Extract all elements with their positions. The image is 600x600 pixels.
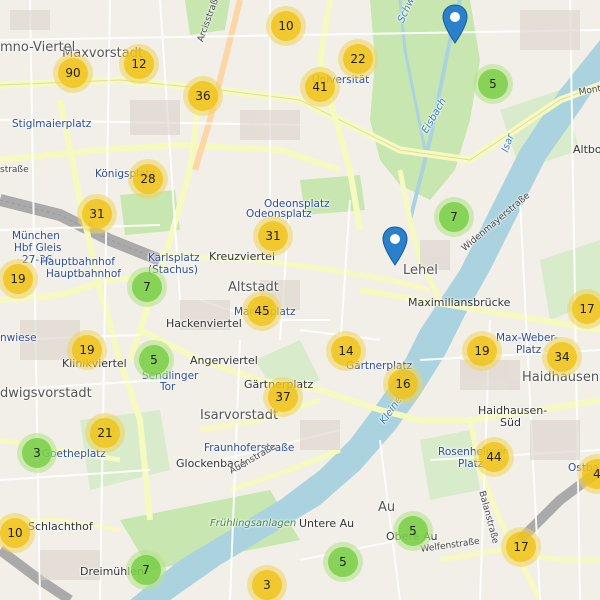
cluster-count: 5 xyxy=(328,547,358,577)
map-marker-icon[interactable] xyxy=(382,226,408,266)
cluster-count: 36 xyxy=(188,81,218,111)
marker-cluster-c6[interactable]: 41 xyxy=(300,67,340,107)
marker-cluster-c30[interactable]: 7 xyxy=(126,550,166,590)
marker-cluster-c18[interactable]: 14 xyxy=(326,331,366,371)
cluster-count: 7 xyxy=(439,202,469,232)
cluster-count: 37 xyxy=(268,382,298,412)
marker-cluster-c24[interactable]: 3 xyxy=(17,433,57,473)
cluster-count: 5 xyxy=(478,69,508,99)
cluster-count: 17 xyxy=(506,532,536,562)
cluster-count: 5 xyxy=(139,345,169,375)
cluster-count: 14 xyxy=(331,336,361,366)
cluster-count: 22 xyxy=(343,44,373,74)
marker-cluster-c10[interactable]: 7 xyxy=(434,197,474,237)
marker-cluster-c11[interactable]: 31 xyxy=(253,216,293,256)
map-view[interactable]: Maxvorstadt mno-Viertel Stiglmaierplatz Uni… xyxy=(0,0,600,600)
marker-cluster-c19[interactable]: 19 xyxy=(462,331,502,371)
marker-cluster-c23[interactable]: 21 xyxy=(85,413,125,453)
cluster-count: 90 xyxy=(58,58,88,88)
marker-cluster-c28[interactable]: 5 xyxy=(393,511,433,551)
cluster-count: 19 xyxy=(467,336,497,366)
cluster-count: 28 xyxy=(133,164,163,194)
marker-cluster-c14[interactable]: 45 xyxy=(242,291,282,331)
marker-cluster-c3[interactable]: 12 xyxy=(119,44,159,84)
cluster-count: 19 xyxy=(3,264,33,294)
cluster-count: 16 xyxy=(388,369,418,399)
cluster-count: 21 xyxy=(90,418,120,448)
cluster-count: 44 xyxy=(479,442,509,472)
cluster-count: 41 xyxy=(305,72,335,102)
cluster-count: 34 xyxy=(547,342,577,372)
map-marker-icon[interactable] xyxy=(442,4,468,44)
cluster-count: 12 xyxy=(124,49,154,79)
cluster-count: 17 xyxy=(572,294,600,324)
cluster-count: 31 xyxy=(258,221,288,251)
marker-cluster-c5[interactable]: 36 xyxy=(183,76,223,116)
cluster-count: 4 xyxy=(582,459,600,489)
marker-cluster-c21[interactable]: 16 xyxy=(383,364,423,404)
marker-cluster-c31[interactable]: 5 xyxy=(323,542,363,582)
marker-cluster-c4[interactable]: 22 xyxy=(338,39,378,79)
marker-cluster-c8[interactable]: 28 xyxy=(128,159,168,199)
cluster-count: 10 xyxy=(0,518,30,548)
marker-cluster-c15[interactable]: 17 xyxy=(567,289,600,329)
cluster-count: 10 xyxy=(271,11,301,41)
marker-cluster-c22[interactable]: 37 xyxy=(263,377,303,417)
cluster-count: 19 xyxy=(72,335,102,365)
marker-cluster-c32[interactable]: 3 xyxy=(247,565,287,600)
marker-cluster-c17[interactable]: 5 xyxy=(134,340,174,380)
marker-cluster-c16[interactable]: 19 xyxy=(67,330,107,370)
marker-cluster-c2[interactable]: 90 xyxy=(53,53,93,93)
marker-cluster-c13[interactable]: 7 xyxy=(127,267,167,307)
marker-cluster-c1[interactable]: 10 xyxy=(266,6,306,46)
cluster-count: 7 xyxy=(132,272,162,302)
cluster-count: 3 xyxy=(22,438,52,468)
cluster-count: 7 xyxy=(131,555,161,585)
marker-cluster-c20[interactable]: 34 xyxy=(542,337,582,377)
cluster-count: 45 xyxy=(247,296,277,326)
cluster-count: 31 xyxy=(82,199,112,229)
cluster-count: 5 xyxy=(398,516,428,546)
marker-cluster-c9[interactable]: 31 xyxy=(77,194,117,234)
cluster-count: 3 xyxy=(252,570,282,600)
marker-cluster-c29[interactable]: 17 xyxy=(501,527,541,567)
marker-cluster-c25[interactable]: 44 xyxy=(474,437,514,477)
marker-cluster-c7[interactable]: 5 xyxy=(473,64,513,104)
